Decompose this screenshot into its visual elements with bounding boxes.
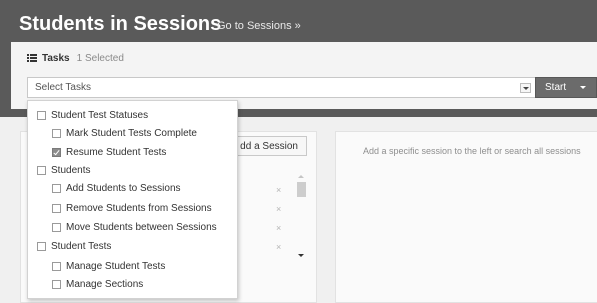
dropdown-arrow-icon[interactable] <box>520 83 531 93</box>
caret-down-icon[interactable] <box>580 86 586 89</box>
start-button-label: Start <box>545 82 567 93</box>
menu-item-label: Move Students between Sessions <box>66 221 217 233</box>
menu-item-label: Student Test Statuses <box>51 109 149 121</box>
go-to-sessions-link[interactable]: Go to Sessions » <box>217 20 301 32</box>
start-button[interactable]: Start <box>535 77 597 98</box>
remove-x-icon[interactable]: × <box>276 204 281 214</box>
menu-item-label: Mark Student Tests Complete <box>66 127 197 139</box>
scroll-thumb[interactable] <box>297 182 306 197</box>
checkbox-icon[interactable] <box>52 128 61 138</box>
tasks-panel: Tasks 1 Selected Select Tasks Start <box>11 42 597 109</box>
session-hint-text: Add a specific session to the left or se… <box>363 146 581 156</box>
menu-item-label: Add Students to Sessions <box>66 182 181 194</box>
menu-item-add-students-to-sessions[interactable]: Add Students to Sessions <box>52 180 181 196</box>
checkbox-icon[interactable] <box>52 183 61 193</box>
menu-item-student-tests[interactable]: Student Tests <box>37 238 111 254</box>
tasks-dropdown-menu: Student Test Statuses Mark Student Tests… <box>27 100 238 299</box>
checkbox-icon[interactable] <box>37 110 46 120</box>
menu-item-remove-students-from-sessions[interactable]: Remove Students from Sessions <box>52 200 212 216</box>
tasks-list-icon <box>27 54 37 62</box>
remove-x-icon[interactable]: × <box>276 223 281 233</box>
select-tasks-dropdown[interactable]: Select Tasks <box>27 77 538 98</box>
menu-item-students[interactable]: Students <box>37 162 90 178</box>
session-detail-panel: Add a specific session to the left or se… <box>335 131 597 303</box>
remove-x-icon[interactable]: × <box>276 185 281 195</box>
menu-item-move-students-between-sessions[interactable]: Move Students between Sessions <box>52 219 217 235</box>
menu-item-label: Student Tests <box>51 240 112 252</box>
checkbox-checked-icon[interactable] <box>52 147 61 157</box>
menu-item-label: Manage Sections <box>66 278 144 290</box>
list-scrollbar[interactable] <box>296 175 308 263</box>
menu-item-label: Students <box>51 164 91 176</box>
menu-item-label: Resume Student Tests <box>66 146 167 158</box>
tasks-header: Tasks 1 Selected <box>27 51 124 65</box>
checkbox-icon[interactable] <box>52 203 61 213</box>
select-tasks-placeholder: Select Tasks <box>35 82 91 93</box>
page-title: Students in Sessions <box>19 13 222 35</box>
menu-item-manage-student-tests[interactable]: Manage Student Tests <box>52 258 165 274</box>
tasks-selected-count: 1 Selected <box>76 52 124 64</box>
remove-x-icon[interactable]: × <box>276 242 281 252</box>
menu-item-student-test-statuses[interactable]: Student Test Statuses <box>37 107 148 123</box>
checkbox-icon[interactable] <box>52 222 61 232</box>
checkbox-icon[interactable] <box>52 261 61 271</box>
scroll-down-arrow-icon[interactable] <box>298 254 304 257</box>
scroll-up-arrow-icon[interactable] <box>298 175 304 178</box>
menu-item-manage-sections[interactable]: Manage Sections <box>52 276 143 292</box>
menu-item-label: Remove Students from Sessions <box>66 202 212 214</box>
menu-item-label: Manage Student Tests <box>66 260 166 272</box>
checkbox-icon[interactable] <box>37 241 46 251</box>
checkbox-icon[interactable] <box>37 165 46 175</box>
tasks-label: Tasks <box>42 52 70 64</box>
menu-item-resume-student-tests[interactable]: Resume Student Tests <box>52 144 166 160</box>
checkbox-icon[interactable] <box>52 279 61 289</box>
menu-item-mark-student-tests-complete[interactable]: Mark Student Tests Complete <box>52 125 197 141</box>
